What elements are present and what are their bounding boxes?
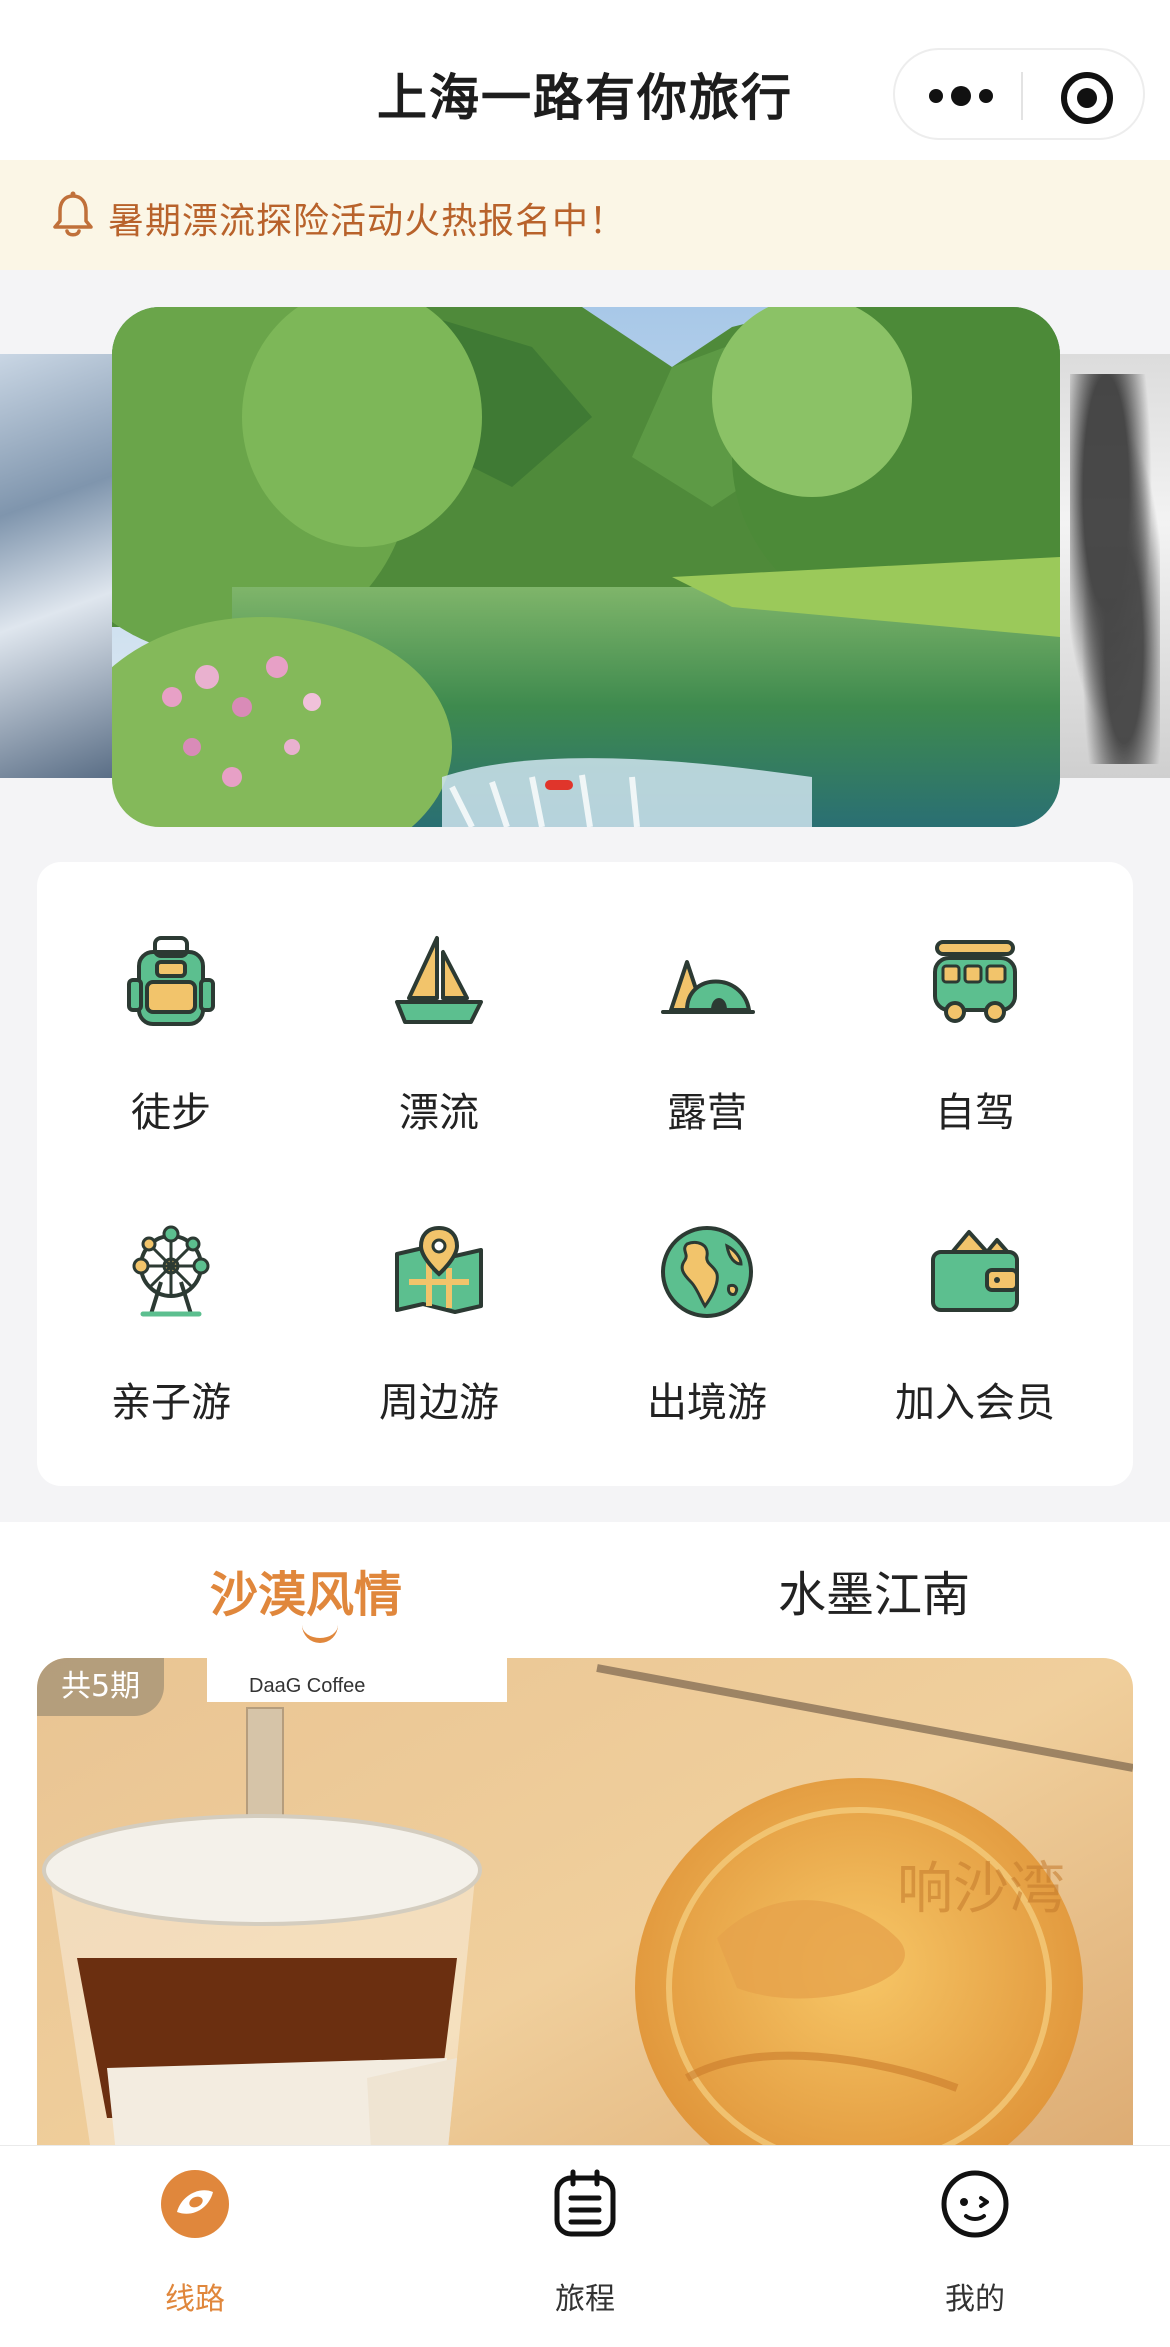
carousel-prev-slide[interactable] <box>0 354 112 778</box>
category-label: 周边游 <box>379 1380 499 1426</box>
ferris-wheel-icon <box>132 1225 210 1317</box>
category-label: 出境游 <box>647 1380 767 1426</box>
category-label: 徒步 <box>131 1090 211 1136</box>
carousel-indicator-dot <box>545 780 573 790</box>
bell-icon <box>53 191 93 237</box>
more-options-icon[interactable] <box>929 84 993 108</box>
tabbar-item-profile[interactable]: 我的 <box>780 2146 1170 2347</box>
camper-van-icon <box>933 940 1017 1023</box>
tabbar-label: 线路 <box>165 2282 225 2317</box>
tabbar-label: 我的 <box>945 2282 1005 2317</box>
route-icon <box>161 2170 229 2238</box>
banner-carousel[interactable] <box>0 270 1170 850</box>
category-camping[interactable]: 露营 <box>573 862 841 1136</box>
carousel-next-slide[interactable] <box>1060 354 1170 778</box>
tabbar-item-itinerary[interactable]: 旅程 <box>390 2146 780 2347</box>
notice-text: 暑期漂流探险活动火热报名中！ <box>108 201 627 242</box>
page: 上海一路有你旅行 暑期漂流探险活动火热报名中！ 徒步 漂流 露营 自驾 亲子游 … <box>0 0 1170 2347</box>
category-rafting[interactable]: 漂流 <box>305 862 573 1136</box>
category-label: 露营 <box>667 1090 747 1136</box>
category-label: 加入会员 <box>895 1380 1055 1426</box>
category-label: 自驾 <box>935 1090 1015 1136</box>
category-self-drive[interactable]: 自驾 <box>841 862 1109 1136</box>
sailboat-icon <box>395 936 483 1024</box>
bottom-tab-bar: 线路 旅程 我的 <box>0 2145 1170 2347</box>
carousel-slide-image[interactable] <box>112 307 1060 827</box>
nav-header: 上海一路有你旅行 <box>0 0 1170 160</box>
category-family-trip[interactable]: 亲子游 <box>37 1152 305 1426</box>
tabbar-label: 旅程 <box>555 2282 615 2317</box>
tab-jiangnan[interactable]: 水墨江南 <box>778 1555 970 1625</box>
category-hiking[interactable]: 徒步 <box>37 862 305 1136</box>
tent-icon <box>661 960 755 1014</box>
issue-count-badge: 共5期 <box>37 1658 165 1716</box>
notice-bar[interactable]: 暑期漂流探险活动火热报名中！ <box>0 160 1170 270</box>
category-label: 亲子游 <box>111 1380 231 1426</box>
profile-icon <box>941 2170 1009 2238</box>
category-grid: 徒步 漂流 露营 自驾 亲子游 周边游 出境游 加入会员 <box>37 862 1133 1486</box>
category-label: 漂流 <box>399 1090 479 1136</box>
backpack-icon <box>127 936 215 1026</box>
mini-program-capsule <box>893 48 1145 140</box>
close-mini-program-icon[interactable] <box>1061 72 1113 124</box>
tabbar-item-route[interactable]: 线路 <box>0 2146 390 2347</box>
map-pin-icon <box>395 1225 483 1314</box>
category-nearby-trip[interactable]: 周边游 <box>305 1152 573 1426</box>
category-join-membership[interactable]: 加入会员 <box>841 1152 1109 1426</box>
globe-icon <box>661 1226 753 1318</box>
itinerary-icon <box>554 2169 616 2237</box>
cookie-embossed-text: 响沙湾 <box>897 1857 1065 1920</box>
tab-desert[interactable]: 沙漠风情 <box>210 1555 402 1625</box>
wallet-icon <box>931 1230 1019 1312</box>
capsule-divider <box>1021 72 1023 120</box>
category-overseas-trip[interactable]: 出境游 <box>573 1152 841 1426</box>
cup-label-text: DaaG Coffee <box>249 1675 365 1697</box>
